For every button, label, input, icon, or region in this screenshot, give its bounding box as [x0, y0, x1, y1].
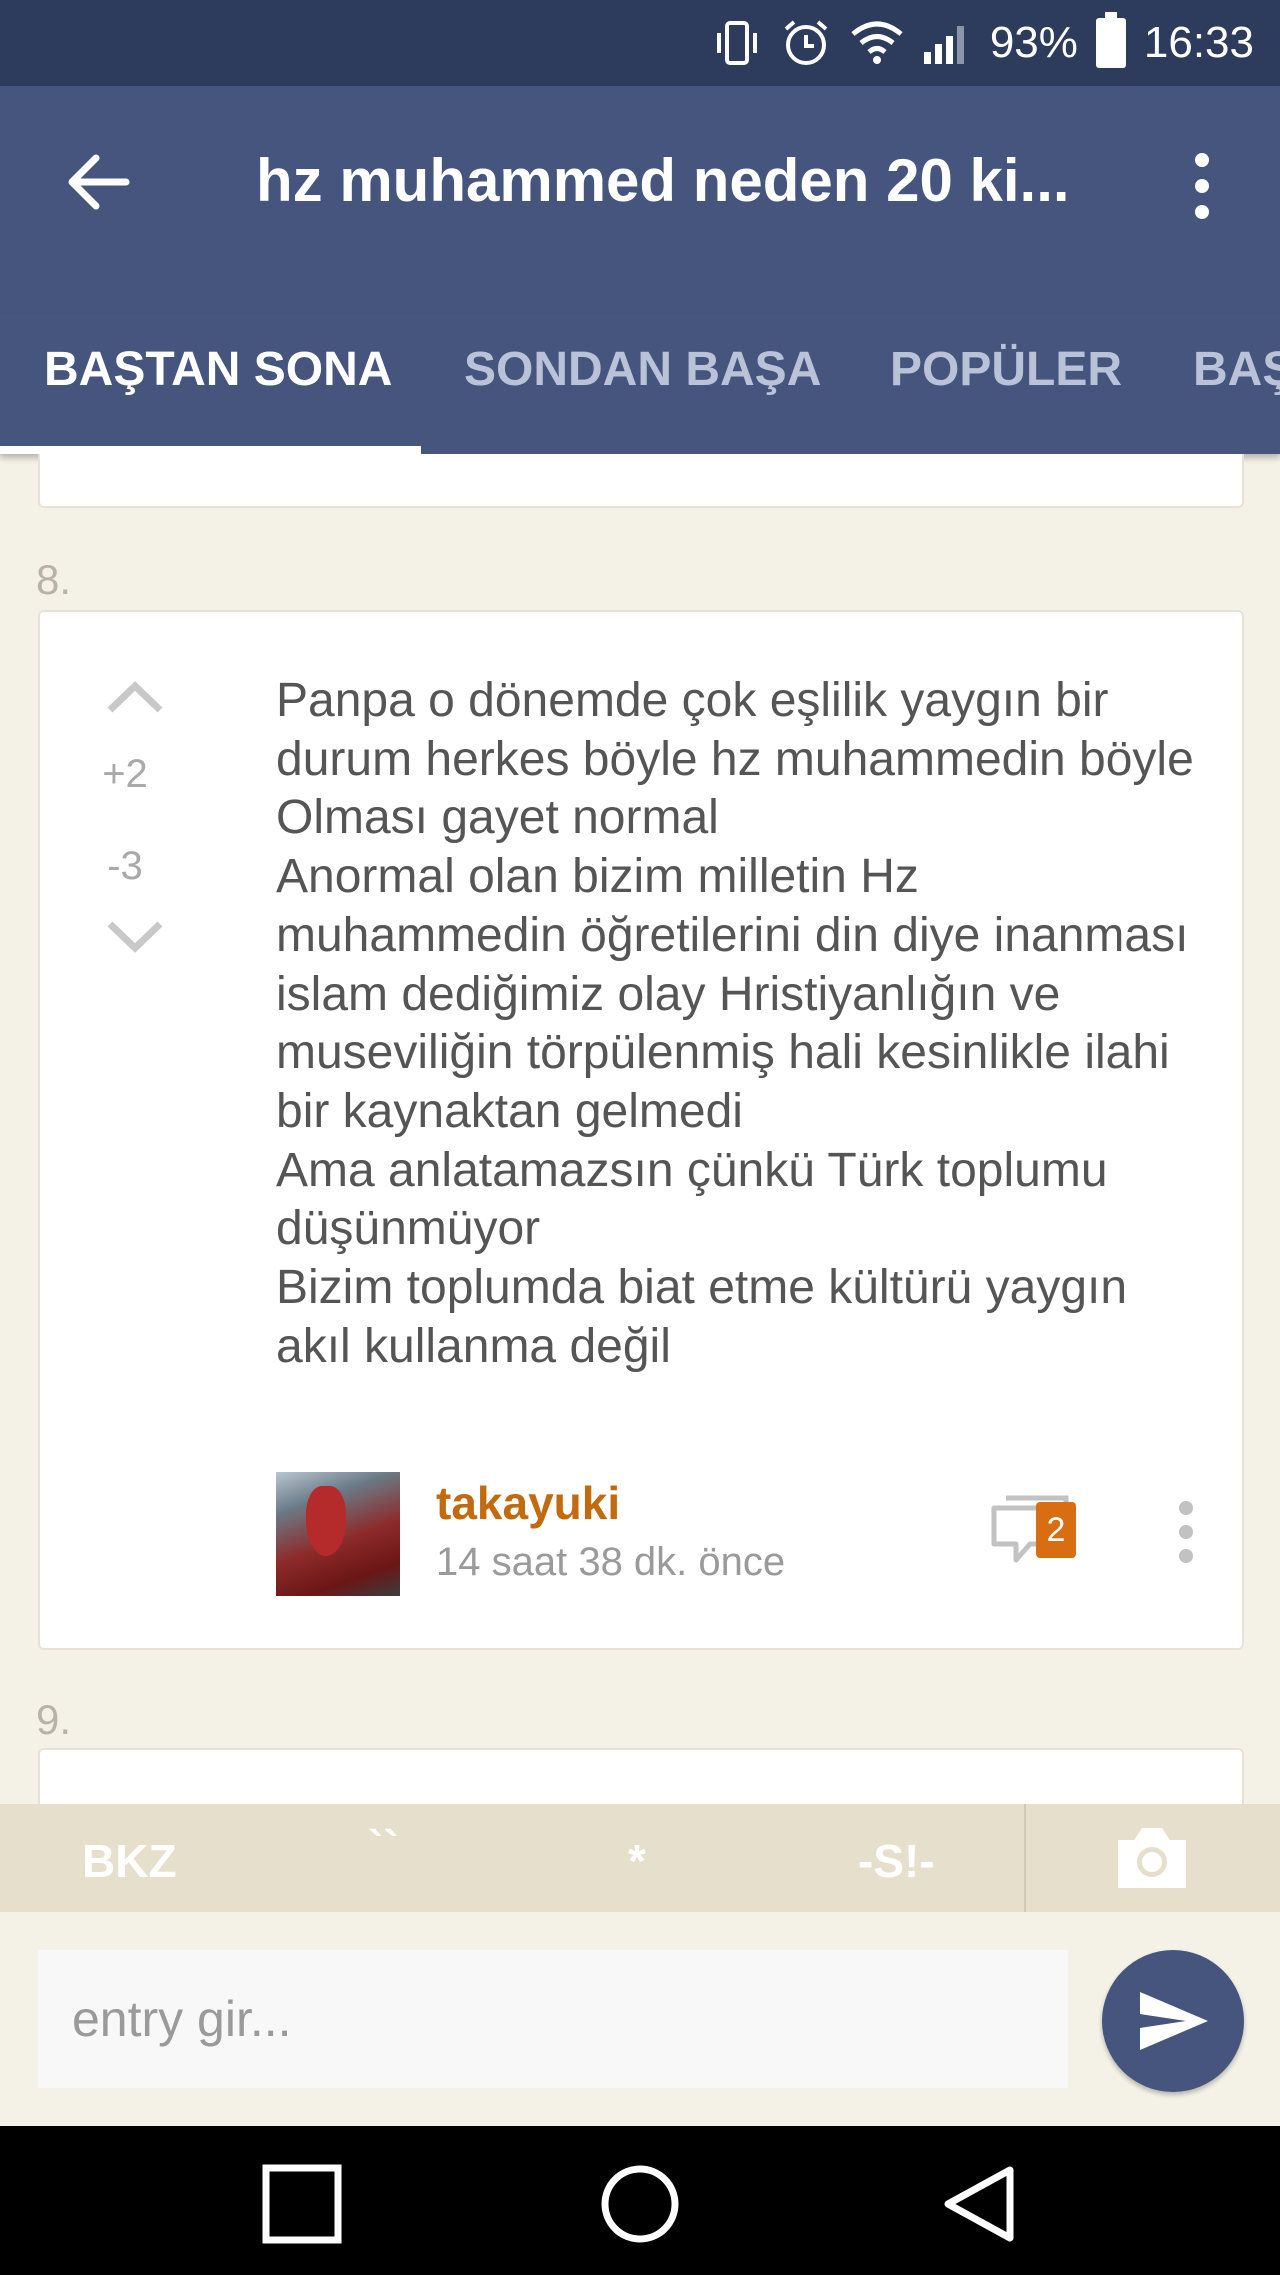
sort-tabs: BAŞTAN SONA SONDAN BAŞA POPÜLER BAŞ	[0, 314, 1280, 454]
entry-timestamp: 14 saat 38 dk. önce	[436, 1540, 786, 1584]
quote-button[interactable]: ``	[368, 1820, 399, 1874]
author-name[interactable]: takayuki	[436, 1476, 620, 1530]
entry-line: muhammedin öğretilerini din diye inanmas…	[276, 908, 1189, 962]
entry-composer	[0, 1912, 1280, 2126]
page-title: hz muhammed neden 20 ki...	[256, 147, 1070, 214]
back-arrow-icon	[68, 154, 130, 210]
entry-card: +2 -3 Panpa o dönemde çok eşlilik yaygın…	[38, 610, 1244, 1650]
downvote-button[interactable]	[100, 912, 170, 962]
entry-line: Panpa o dönemde çok eşlilik yaygın bir	[276, 674, 1109, 727]
entry-card-previous	[38, 454, 1244, 508]
vibrate-icon	[712, 18, 762, 68]
square-icon	[262, 2164, 342, 2244]
tab-sondan-basa[interactable]: SONDAN BAŞA	[464, 342, 821, 397]
upvote-count: +2	[102, 752, 148, 796]
entry-line: museviliğin törpülenmiş hali kesinlikle …	[276, 1026, 1170, 1080]
entry-line: Anormal olan bizim milletin Hz	[276, 850, 919, 904]
send-icon	[1140, 1992, 1208, 2050]
triangle-back-icon	[944, 2166, 1014, 2242]
entry-line: Olması gayet normal	[276, 791, 719, 845]
entry-line: Bizim toplumda biat etme kültürü yaygın	[276, 1261, 1128, 1315]
toolbar-divider	[1024, 1804, 1026, 1912]
overflow-menu-button[interactable]	[1172, 146, 1232, 226]
status-bar: 93% 16:33	[0, 0, 1280, 86]
comment-count-badge: 2	[1036, 1502, 1076, 1558]
downvote-count: -3	[107, 844, 143, 888]
bkz-button[interactable]: BKZ	[82, 1834, 177, 1888]
alarm-icon	[780, 17, 832, 69]
recents-button[interactable]	[262, 2164, 342, 2244]
app-bar: hz muhammed neden 20 ki...	[0, 86, 1280, 314]
more-vertical-icon	[1195, 153, 1209, 219]
signal-icon	[922, 20, 972, 66]
battery-icon	[1095, 12, 1126, 68]
home-button[interactable]	[600, 2164, 680, 2244]
entry-input[interactable]	[38, 1950, 1068, 2088]
entry-number: 8.	[36, 556, 72, 603]
entry-line: bir kaynaktan gelmedi	[276, 1084, 743, 1138]
entry-line: düşünmüyor	[276, 1202, 541, 1256]
send-button[interactable]	[1102, 1950, 1244, 2092]
avatar[interactable]	[276, 1472, 400, 1596]
wifi-icon	[850, 20, 904, 66]
upvote-button[interactable]	[100, 672, 170, 722]
back-nav-button[interactable]	[940, 2164, 1020, 2244]
format-toolbar: BKZ `` * -S!-	[0, 1804, 1280, 1912]
tab-populer[interactable]: POPÜLER	[890, 342, 1122, 397]
camera-icon	[1118, 1828, 1186, 1888]
back-button[interactable]	[60, 142, 140, 222]
chevron-down-icon	[107, 921, 163, 953]
star-button[interactable]: *	[628, 1834, 646, 1888]
active-tab-indicator	[0, 446, 421, 454]
circle-icon	[601, 2165, 679, 2243]
entry-options-button[interactable]	[1166, 1494, 1206, 1574]
entry-line: islam dediğimiz olay Hristiyanlığın ve	[276, 967, 1061, 1021]
status-icons: 93% 16:33	[712, 10, 1254, 76]
entry-number: 9.	[36, 1696, 72, 1743]
entry-line: Ama anlatamazsın çünkü Türk toplumu	[276, 1143, 1108, 1197]
entry-line: durum herkes böyle hz muhammedin böyle	[276, 732, 1194, 786]
tab-bas[interactable]: BAŞ	[1193, 342, 1280, 397]
chevron-up-icon	[107, 681, 163, 713]
spoiler-button[interactable]: -S!-	[858, 1834, 935, 1888]
more-vertical-icon	[1179, 1501, 1193, 1563]
system-nav-bar	[0, 2126, 1280, 2275]
camera-button[interactable]	[1112, 1824, 1192, 1894]
battery-percent: 93%	[989, 18, 1078, 67]
entry-line: akıl kullanma değil	[276, 1319, 671, 1373]
tab-bastan-sona[interactable]: BAŞTAN SONA	[44, 342, 392, 397]
entry-body: Panpa o dönemde çok eşlilik yaygın bir d…	[276, 672, 1236, 1376]
clock: 16:33	[1143, 18, 1254, 67]
